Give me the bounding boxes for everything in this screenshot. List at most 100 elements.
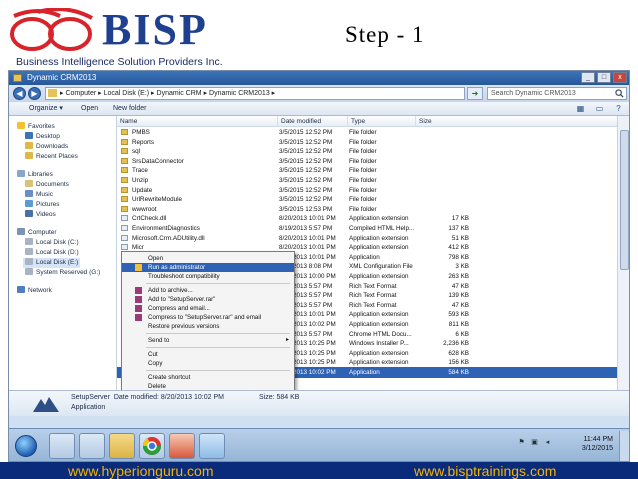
nav-documents[interactable]: Documents [25,180,69,190]
folder-icon [121,148,128,155]
downloads-icon [25,142,33,149]
videos-icon [25,210,33,217]
context-menu-item[interactable]: Restore previous versions [122,322,294,331]
chrome-logo-icon [143,437,161,456]
column-type[interactable]: Type [347,116,415,127]
slide-footer: www.hyperionguru.com www.bisptrainings.c… [0,462,638,479]
nav-downloads[interactable]: Downloads [25,142,68,152]
minimize-button[interactable]: _ [581,72,595,83]
computer-icon [17,228,25,235]
menu-separator [146,347,290,348]
context-menu-item[interactable]: Compress and email... [122,304,294,313]
column-date-modified[interactable]: Date modified [277,116,347,127]
file-icon [121,225,128,231]
folder-icon [121,205,128,212]
close-button[interactable]: x [613,72,627,83]
nav-music[interactable]: Music [25,190,53,200]
uac-shield-icon [135,264,142,271]
system-tray: ⚑ ▣ ◂ [517,438,552,447]
network-icon [17,286,25,293]
context-menu-item[interactable]: Copy [122,359,294,368]
folder-icon [121,138,128,145]
flag-icon[interactable]: ⚑ [517,438,526,447]
file-icon [121,215,128,222]
command-toolbar: Organize ▾ Open New folder ▦ ▭ ? [9,102,629,116]
search-placeholder: Search Dynamic CRM2013 [491,90,576,97]
nav-drive-e[interactable]: Local Disk (E:) [23,258,81,268]
folder-icon [121,129,128,135]
search-input[interactable]: Search Dynamic CRM2013 [487,87,627,100]
refresh-button[interactable]: ➜ [467,87,483,100]
folder-icon [121,186,128,193]
context-menu-item[interactable]: Cut [122,350,294,359]
nav-computer[interactable]: Computer [17,228,57,238]
nav-favorites[interactable]: Favorites [17,122,55,132]
context-menu-item[interactable]: Compress to "SetupServer.rar" and email [122,313,294,322]
nav-drive-d[interactable]: Local Disk (D:) [25,248,79,258]
star-icon [17,122,25,129]
context-menu: Open Run as administrator Troubleshoot com… [121,251,295,413]
powerpoint-icon[interactable] [169,433,195,459]
volume-icon[interactable]: ◂ [543,438,552,447]
address-bar[interactable]: ▸ Computer ▸ Local Disk (E:) ▸ Dynamic C… [45,87,465,100]
network-icon[interactable]: ▣ [530,438,539,447]
documents-icon [25,180,33,187]
file-icon [121,234,128,241]
details-file-type: Application [71,404,106,411]
server-manager-icon[interactable] [49,433,75,459]
open-button[interactable]: Open [81,102,98,116]
desktop-icon [25,132,33,139]
folder-icon [48,89,57,97]
explorer-taskbar-icon[interactable] [109,433,135,459]
nav-drive-g[interactable]: System Reserved (G:) [25,268,100,278]
show-desktop-button[interactable] [619,431,629,461]
folder-icon [121,196,128,203]
pictures-icon [25,200,33,207]
help-icon[interactable]: ? [613,104,624,114]
organize-menu[interactable]: Organize ▾ [29,102,63,116]
step-title: Step - 1 [345,22,425,47]
maximize-button[interactable]: □ [597,72,611,83]
nav-videos[interactable]: Videos [25,210,56,220]
context-menu-item[interactable]: Troubleshoot compatibility [122,272,294,281]
window-title: Dynamic CRM2013 [27,73,97,82]
vertical-scrollbar[interactable] [617,116,629,390]
start-button[interactable] [15,435,37,457]
taskbar-clock[interactable]: 11:44 PM 3/12/2015 [582,435,613,453]
column-size[interactable]: Size [415,116,471,127]
back-arrow-icon[interactable]: ◀ [13,87,26,100]
column-name[interactable]: Name [117,116,277,127]
nav-network[interactable]: Network [17,286,52,296]
drive-icon [25,238,33,245]
nav-pictures[interactable]: Pictures [25,200,59,210]
desktop-background [9,416,629,428]
footer-link-bisptrainings[interactable]: www.bisptrainings.com [414,464,556,478]
nav-recent-places[interactable]: Recent Places [25,152,78,162]
chrome-icon[interactable] [139,433,165,459]
context-menu-item[interactable]: Send to ▸ [122,336,294,345]
new-folder-button[interactable]: New folder [113,102,146,116]
nav-libraries[interactable]: Libraries [17,170,53,180]
context-menu-item[interactable]: Create shortcut [122,373,294,382]
forward-arrow-icon[interactable]: ▶ [28,87,41,100]
clock-date: 3/12/2015 [581,445,613,452]
context-menu-item[interactable]: Run as administrator [122,263,294,272]
drive-icon [25,268,33,275]
context-menu-item[interactable]: Add to archive... [122,286,294,295]
context-menu-item[interactable]: Add to "SetupServer.rar" [122,295,294,304]
menu-separator [146,370,290,371]
winrar-icon [135,305,142,312]
nav-desktop[interactable]: Desktop [25,132,60,142]
logo-subtitle: Business Intelligence Solution Providers… [16,56,223,68]
view-options-icon[interactable]: ▦ [575,104,586,114]
scrollbar-thumb[interactable] [620,130,629,270]
footer-link-hyperionguru[interactable]: www.hyperionguru.com [68,464,214,478]
file-icon [121,244,128,251]
preview-pane-icon[interactable]: ▭ [594,104,605,114]
clock-time: 11:44 PM [583,436,613,443]
paint-icon[interactable] [199,433,225,459]
context-menu-item[interactable]: Open [122,254,294,263]
powershell-icon[interactable] [79,433,105,459]
window-title-bar: Dynamic CRM2013 _ □ x [9,71,629,85]
nav-drive-c[interactable]: Local Disk (C:) [25,238,79,248]
